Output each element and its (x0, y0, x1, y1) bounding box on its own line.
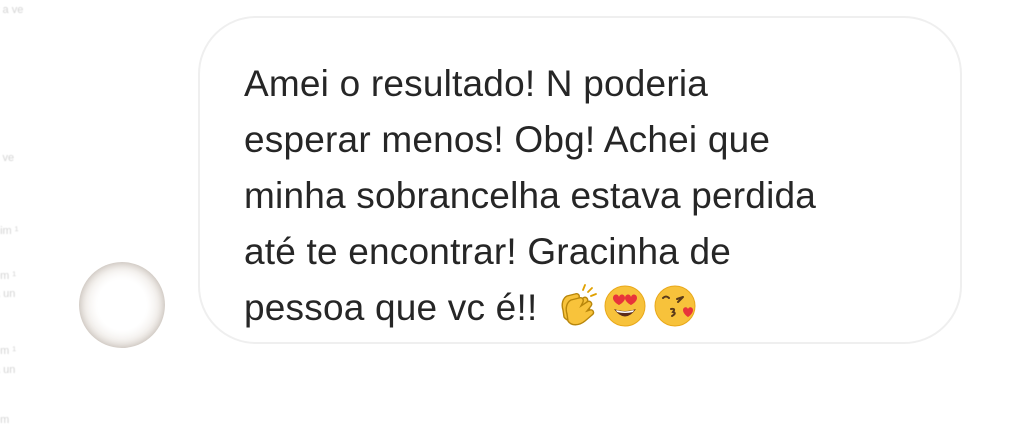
avatar-image-blurred (97, 276, 147, 332)
faded-text: em (0, 414, 10, 426)
message-line: pessoa que vc é!! (244, 287, 538, 328)
heart-eyes-emoji-icon (603, 284, 647, 344)
message-bubble[interactable]: Amei o resultado! N poderia esperar meno… (198, 16, 962, 344)
faded-text: s ve (0, 152, 15, 164)
message-line: minha sobrancelha estava perdida (244, 175, 817, 216)
message-line: Amei o resultado! N poderia (244, 63, 709, 104)
clapping-hands-emoji-icon (553, 284, 598, 344)
faded-text: a un (0, 288, 16, 300)
sender-avatar[interactable] (79, 262, 165, 348)
faded-text: em ¹ (0, 345, 16, 357)
message-line: esperar menos! Obg! Achei que (244, 119, 771, 160)
faded-text: y a ve (0, 4, 24, 16)
message-line: até te encontrar! Gracinha de (244, 231, 732, 272)
faded-text: em ¹ (0, 270, 16, 282)
faded-text: nim ¹ (0, 225, 19, 237)
background-conversation-list: y a ve s ve nim ¹ em ¹ a un em ¹ a un em (0, 0, 40, 426)
faded-text: a un (0, 364, 16, 376)
message-text: Amei o resultado! N poderia esperar meno… (244, 56, 920, 344)
kissing-heart-emoji-icon (653, 284, 697, 344)
